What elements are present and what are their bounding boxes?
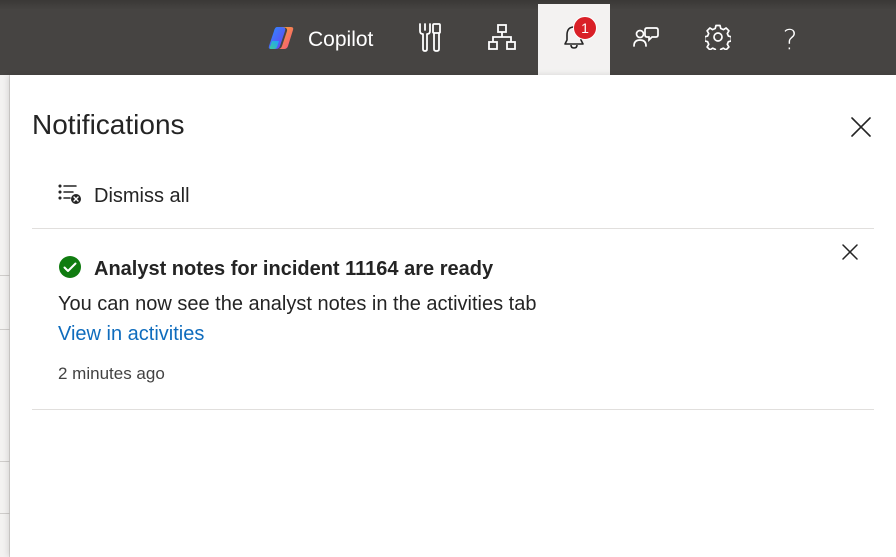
divider <box>32 409 874 410</box>
panel-title: Notifications <box>32 109 185 140</box>
help-icon: ? <box>782 23 798 56</box>
divider <box>32 228 874 229</box>
notification-header: Analyst notes for incident 11164 are rea… <box>58 255 493 284</box>
help-button[interactable]: ? <box>754 4 826 75</box>
copilot-label: Copilot <box>308 28 374 51</box>
gear-icon <box>703 24 733 55</box>
copilot-logo-icon <box>268 24 296 57</box>
tools-icon <box>417 22 443 57</box>
background-divider <box>0 275 10 276</box>
hierarchy-button[interactable] <box>466 4 538 75</box>
community-button[interactable] <box>610 4 682 75</box>
view-in-activities-link[interactable]: View in activities <box>58 323 204 346</box>
dismiss-all-label: Dismiss all <box>94 184 190 207</box>
background-page-edge <box>0 75 10 557</box>
tools-button[interactable] <box>394 4 466 75</box>
notification-count-badge: 1 <box>573 16 597 40</box>
notification-body: You can now see the analyst notes in the… <box>58 293 537 315</box>
page: Copilot 1 ? Notifications Dismiss all An… <box>0 0 896 557</box>
background-divider <box>0 329 10 330</box>
close-panel-button[interactable] <box>848 114 874 140</box>
close-icon <box>848 117 874 144</box>
background-divider <box>0 513 10 514</box>
dismiss-notification-button[interactable] <box>840 242 860 262</box>
dismiss-all-button[interactable]: Dismiss all <box>58 181 190 211</box>
notifications-button[interactable]: 1 <box>538 4 610 75</box>
copilot-button[interactable]: Copilot <box>268 22 373 58</box>
notifications-panel: Notifications Dismiss all Analyst notes … <box>10 75 896 557</box>
community-icon <box>633 24 659 55</box>
close-icon <box>840 244 860 266</box>
hierarchy-icon <box>488 24 516 55</box>
background-divider <box>0 461 10 462</box>
settings-button[interactable] <box>682 4 754 75</box>
notification-title: Analyst notes for incident 11164 are rea… <box>94 258 494 280</box>
success-check-icon <box>58 255 82 284</box>
top-bar: Copilot 1 ? <box>0 0 896 75</box>
dismiss-list-icon <box>58 183 82 210</box>
notification-timestamp: 2 minutes ago <box>58 364 165 383</box>
